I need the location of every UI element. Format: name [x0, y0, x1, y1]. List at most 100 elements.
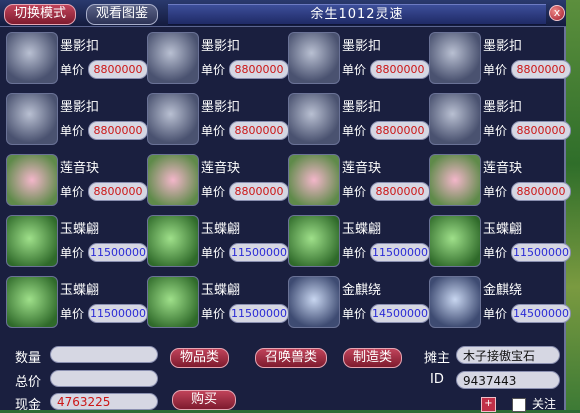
item-price: 8800000 — [370, 60, 430, 79]
cash-label: 现金 — [15, 398, 42, 413]
item-price: 8800000 — [88, 60, 148, 79]
item-cell[interactable]: 玉蝶翩 单价 11500000 — [145, 274, 289, 332]
item-name: 玉蝶翩 — [201, 222, 241, 237]
quantity-label: 数量 — [15, 351, 42, 366]
cash-field: 4763225 — [50, 393, 158, 410]
jade-icon[interactable] — [288, 215, 340, 267]
item-cell[interactable]: 墨影扣 单价 8800000 — [286, 91, 430, 149]
ring-icon[interactable] — [288, 32, 340, 84]
item-name: 墨影扣 — [483, 100, 523, 115]
item-name: 墨影扣 — [60, 39, 100, 54]
item-name: 玉蝶翩 — [60, 283, 100, 298]
jade-icon[interactable] — [429, 215, 481, 267]
ring-icon[interactable] — [288, 93, 340, 145]
item-price: 11500000 — [88, 243, 148, 262]
total-price-field — [50, 370, 158, 387]
item-name: 莲音玦 — [342, 161, 382, 176]
item-cell[interactable]: 玉蝶翩单价 11500000 — [145, 213, 289, 271]
item-price: 8800000 — [511, 60, 571, 79]
unit-price-label: 单价 — [342, 63, 367, 77]
unit-price-label: 单价 — [342, 246, 367, 260]
lotus-icon[interactable] — [6, 154, 58, 206]
quantity-input[interactable] — [50, 346, 158, 363]
unit-price-label: 单价 — [483, 307, 508, 321]
unit-price-label: 单价 — [483, 185, 508, 199]
unit-price-label: 单价 — [201, 246, 226, 260]
qilin-icon[interactable] — [429, 276, 481, 328]
jade-icon[interactable] — [147, 276, 199, 328]
total-label: 总价 — [15, 375, 42, 390]
item-name: 墨影扣 — [342, 100, 382, 115]
unit-price-label: 单价 — [60, 307, 85, 321]
unit-price-label: 单价 — [201, 124, 226, 138]
item-cell[interactable]: 莲音玦 单价 8800000 — [145, 152, 289, 210]
item-name: 金麒绕 — [342, 283, 382, 298]
category-summons-button[interactable]: 召唤兽类 — [255, 348, 328, 368]
item-price: 11500000 — [88, 304, 148, 323]
item-cell[interactable]: 莲音玦 单价 8800000 — [427, 152, 571, 210]
jade-icon[interactable] — [147, 215, 199, 267]
item-cell[interactable]: 墨影扣 单价 8800000 — [286, 30, 430, 88]
close-icon[interactable]: x — [549, 5, 565, 21]
lotus-icon[interactable] — [147, 154, 199, 206]
item-name: 墨影扣 — [201, 39, 241, 54]
item-cell[interactable]: 莲音玦 单价 8800000 — [4, 152, 148, 210]
unit-price-label: 单价 — [60, 246, 85, 260]
qilin-icon[interactable] — [288, 276, 340, 328]
ring-icon[interactable] — [429, 32, 481, 84]
item-name: 墨影扣 — [60, 100, 100, 115]
item-name: 莲音玦 — [201, 161, 241, 176]
id-field: 9437443 — [456, 371, 560, 389]
lotus-icon[interactable] — [288, 154, 340, 206]
item-cell[interactable]: 墨影扣单价 8800000 — [427, 91, 571, 149]
ring-icon[interactable] — [147, 32, 199, 84]
category-crafting-button[interactable]: 制造类 — [343, 348, 403, 368]
item-cell[interactable]: 金麒绕单价 14500000 — [286, 274, 430, 332]
ring-icon[interactable] — [6, 93, 58, 145]
item-price: 8800000 — [370, 182, 430, 201]
unit-price-label: 单价 — [483, 63, 508, 77]
ring-icon[interactable] — [147, 93, 199, 145]
item-cell[interactable]: 玉蝶翩单价 11500000 — [4, 274, 148, 332]
switch-mode-button[interactable]: 切换模式 — [4, 4, 77, 25]
item-cell[interactable]: 玉蝶翩单价 11500000 — [286, 213, 430, 271]
item-price: 11500000 — [370, 243, 430, 262]
item-price: 11500000 — [229, 304, 289, 323]
unit-price-label: 单价 — [342, 185, 367, 199]
item-name: 莲音玦 — [483, 161, 523, 176]
item-name: 墨影扣 — [483, 39, 523, 54]
buy-button[interactable]: 购买 — [172, 390, 237, 410]
unit-price-label: 单价 — [60, 185, 85, 199]
unit-price-label: 单价 — [342, 307, 367, 321]
item-price: 14500000 — [511, 304, 571, 323]
shop-title: 余生1012灵速 — [168, 4, 546, 25]
jade-icon[interactable] — [6, 215, 58, 267]
item-cell[interactable]: 墨影扣 单价 8800000 — [4, 91, 148, 149]
ring-icon[interactable] — [429, 93, 481, 145]
view-catalog-button[interactable]: 观看图鉴 — [86, 4, 159, 25]
item-price: 11500000 — [229, 243, 289, 262]
item-cell[interactable]: 金麒绕 单价 14500000 — [427, 274, 571, 332]
item-cell[interactable]: 玉蝶翩 单价 11500000 — [4, 213, 148, 271]
item-cell[interactable]: 玉蝶翩 单价 11500000 — [427, 213, 571, 271]
item-cell[interactable]: 墨影扣 单价 8800000 — [145, 30, 289, 88]
unit-price-label: 单价 — [483, 246, 508, 260]
unit-price-label: 单价 — [483, 124, 508, 138]
item-price: 8800000 — [229, 182, 289, 201]
item-name: 玉蝶翩 — [342, 222, 382, 237]
unit-price-label: 单价 — [60, 63, 85, 77]
category-items-button[interactable]: 物品类 — [170, 348, 230, 368]
item-cell[interactable]: 墨影扣单价 8800000 — [4, 30, 148, 88]
item-price: 8800000 — [511, 121, 571, 140]
item-cell[interactable]: 墨影扣 单价 8800000 — [145, 91, 289, 149]
ring-icon[interactable] — [6, 32, 58, 84]
item-name: 玉蝶翩 — [483, 222, 523, 237]
unit-price-label: 单价 — [60, 124, 85, 138]
unit-price-label: 单价 — [201, 63, 226, 77]
follow-label: 关注 — [532, 397, 557, 411]
jade-icon[interactable] — [6, 276, 58, 328]
lotus-icon[interactable] — [429, 154, 481, 206]
item-price: 14500000 — [370, 304, 430, 323]
item-cell[interactable]: 莲音玦单价 8800000 — [286, 152, 430, 210]
item-cell[interactable]: 墨影扣单价 8800000 — [427, 30, 571, 88]
